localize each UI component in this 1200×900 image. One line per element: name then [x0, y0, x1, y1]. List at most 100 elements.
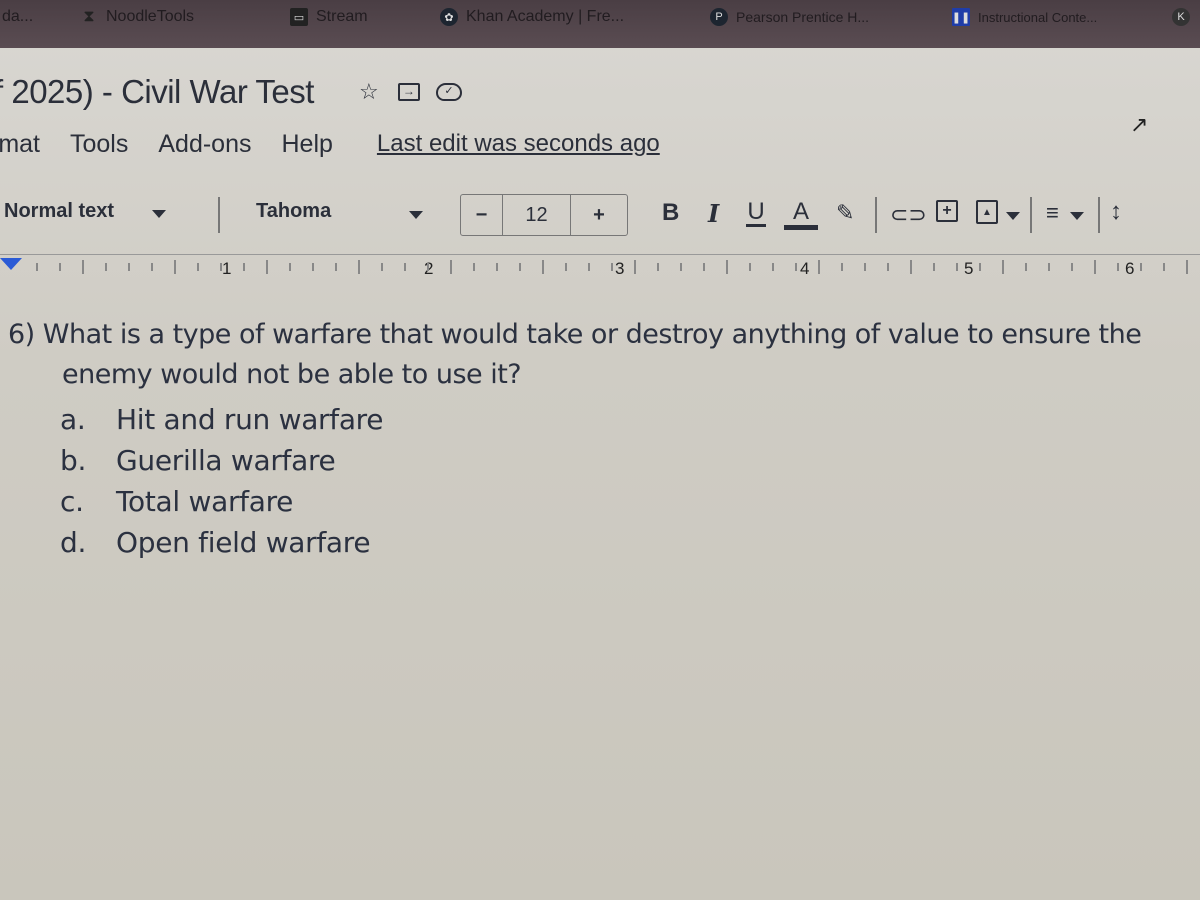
add-comment-icon[interactable]: + — [936, 200, 958, 222]
bookmark-label: Pearson Prentice H... — [736, 9, 870, 25]
ruler-tick — [749, 263, 751, 271]
chevron-down-icon[interactable] — [1006, 212, 1020, 220]
bookmark-truncated[interactable]: da... — [2, 4, 33, 30]
ruler-tick — [887, 263, 889, 271]
decrease-font-size-button[interactable]: − — [461, 195, 503, 235]
khan-academy-icon: ✿ — [440, 8, 458, 26]
ruler-number: 2 — [424, 259, 434, 278]
bookmark-k[interactable]: K — [1172, 4, 1190, 30]
line-spacing-icon[interactable]: ↕ — [1110, 198, 1122, 226]
bookmark-khan-academy[interactable]: ✿ Khan Academy | Fre... — [440, 4, 624, 30]
ruler-tick — [496, 263, 498, 271]
ruler-tick — [312, 263, 314, 271]
font-family-value: Tahoma — [256, 200, 332, 222]
toolbar-divider — [218, 197, 220, 233]
menu-format[interactable]: rmat — [0, 130, 40, 159]
toolbar-divider — [875, 197, 877, 233]
insert-image-icon[interactable]: ▲ — [976, 200, 998, 224]
k-icon: K — [1172, 8, 1190, 26]
ruler-tick — [381, 263, 383, 271]
font-size-input[interactable]: 12 — [503, 195, 571, 235]
ruler-tick — [335, 263, 337, 271]
move-to-folder-icon[interactable]: → — [396, 79, 422, 105]
font-size-control: − 12 + — [460, 194, 628, 236]
bookmark-label: Khan Academy | Fre... — [466, 8, 625, 25]
option-text: Total warfare — [116, 485, 294, 518]
paragraph-style-dropdown[interactable]: Normal text — [4, 200, 167, 223]
ruler-tick — [1094, 260, 1096, 274]
option-text: Guerilla warfare — [116, 444, 336, 477]
bookmark-stream[interactable]: ▭ Stream — [290, 4, 368, 30]
ruler-tick — [82, 260, 84, 274]
answer-option: c. Total warfare — [60, 481, 1200, 522]
ruler-tick — [818, 260, 820, 274]
toolbar-divider — [1030, 197, 1032, 233]
ruler-tick — [1186, 260, 1188, 274]
ruler-tick — [1025, 263, 1027, 271]
ruler-tick — [243, 263, 245, 271]
ruler-tick — [703, 263, 705, 271]
ruler-tick — [519, 263, 521, 271]
text-color-button[interactable]: A — [784, 198, 818, 230]
ruler-tick — [450, 260, 452, 274]
answer-option: d. Open field warfare — [60, 522, 1200, 563]
option-text: Hit and run warfare — [116, 403, 384, 436]
ruler-tick — [634, 260, 636, 274]
menu-bar: rmat Tools Add-ons Help Last edit was se… — [0, 126, 660, 162]
increase-font-size-button[interactable]: + — [571, 195, 627, 235]
ruler-tick — [657, 263, 659, 271]
ruler-tick — [611, 263, 613, 271]
ruler-tick — [128, 263, 130, 271]
horizontal-ruler[interactable]: 1 2 3 4 5 6 — [0, 254, 1200, 284]
underline-bar — [746, 224, 766, 227]
bookmark-label: Stream — [316, 8, 368, 25]
ruler-tick — [220, 263, 222, 271]
ruler-tick — [956, 263, 958, 271]
menu-tools[interactable]: Tools — [70, 130, 128, 159]
ruler-tick — [864, 263, 866, 271]
ruler-tick — [197, 263, 199, 271]
align-left-icon[interactable]: ≡ — [1046, 200, 1059, 226]
bookmark-pearson[interactable]: P Pearson Prentice H... — [710, 4, 869, 30]
formatting-toolbar: Normal text Tahoma − 12 + B I U A ✎ ⊂⊃ +… — [0, 194, 1200, 236]
ruler-tick — [36, 263, 38, 271]
last-edit-link[interactable]: Last edit was seconds ago — [377, 130, 660, 158]
bookmarks-bar: da... ⧗ NoodleTools ▭ Stream ✿ Khan Acad… — [0, 0, 1200, 48]
text-color-label: A — [792, 198, 809, 225]
chevron-down-icon — [409, 210, 424, 219]
ruler-tick — [358, 260, 360, 274]
bold-button[interactable]: B — [662, 199, 679, 227]
ruler-tick — [59, 263, 61, 271]
option-letter: c. — [60, 485, 84, 518]
ruler-tick — [542, 260, 544, 274]
option-letter: d. — [60, 526, 87, 559]
star-icon[interactable]: ☆ — [356, 79, 382, 105]
ruler-tick — [1163, 263, 1165, 271]
ruler-tick — [1048, 263, 1050, 271]
italic-button[interactable]: I — [708, 199, 719, 228]
ruler-number: 5 — [964, 259, 974, 278]
title-row: f 2025) - Civil War Test ☆ → ✓ — [0, 70, 462, 114]
answer-option: b. Guerilla warfare — [60, 440, 1200, 481]
ruler-number: 4 — [800, 259, 810, 278]
font-family-dropdown[interactable]: Tahoma — [256, 200, 424, 223]
bookmark-label: NoodleTools — [106, 8, 195, 25]
activity-dashboard-icon[interactable]: ↗ — [1130, 112, 1148, 138]
bookmark-label: Instructional Conte... — [978, 9, 1098, 25]
question-text: 6) What is a type of warfare that would … — [8, 319, 1142, 390]
menu-help[interactable]: Help — [282, 130, 333, 159]
document-title[interactable]: f 2025) - Civil War Test — [0, 73, 314, 111]
ruler-tick — [795, 263, 797, 271]
bookmark-noodletools[interactable]: ⧗ NoodleTools — [80, 4, 194, 30]
cloud-saved-icon[interactable]: ✓ — [435, 79, 462, 105]
ruler-tick — [1117, 263, 1119, 271]
chevron-down-icon[interactable] — [1070, 212, 1084, 220]
highlight-color-icon[interactable]: ✎ — [836, 200, 854, 226]
underline-button[interactable]: U — [746, 198, 766, 227]
bookmark-instructional-content[interactable]: ❚❚ Instructional Conte... — [952, 4, 1097, 30]
toolbar-divider — [1098, 197, 1100, 233]
indent-marker[interactable] — [0, 258, 22, 270]
insert-link-icon[interactable]: ⊂⊃ — [890, 202, 927, 228]
menu-add-ons[interactable]: Add-ons — [158, 130, 251, 159]
document-body[interactable]: 6) What is a type of warfare that would … — [0, 315, 1200, 563]
